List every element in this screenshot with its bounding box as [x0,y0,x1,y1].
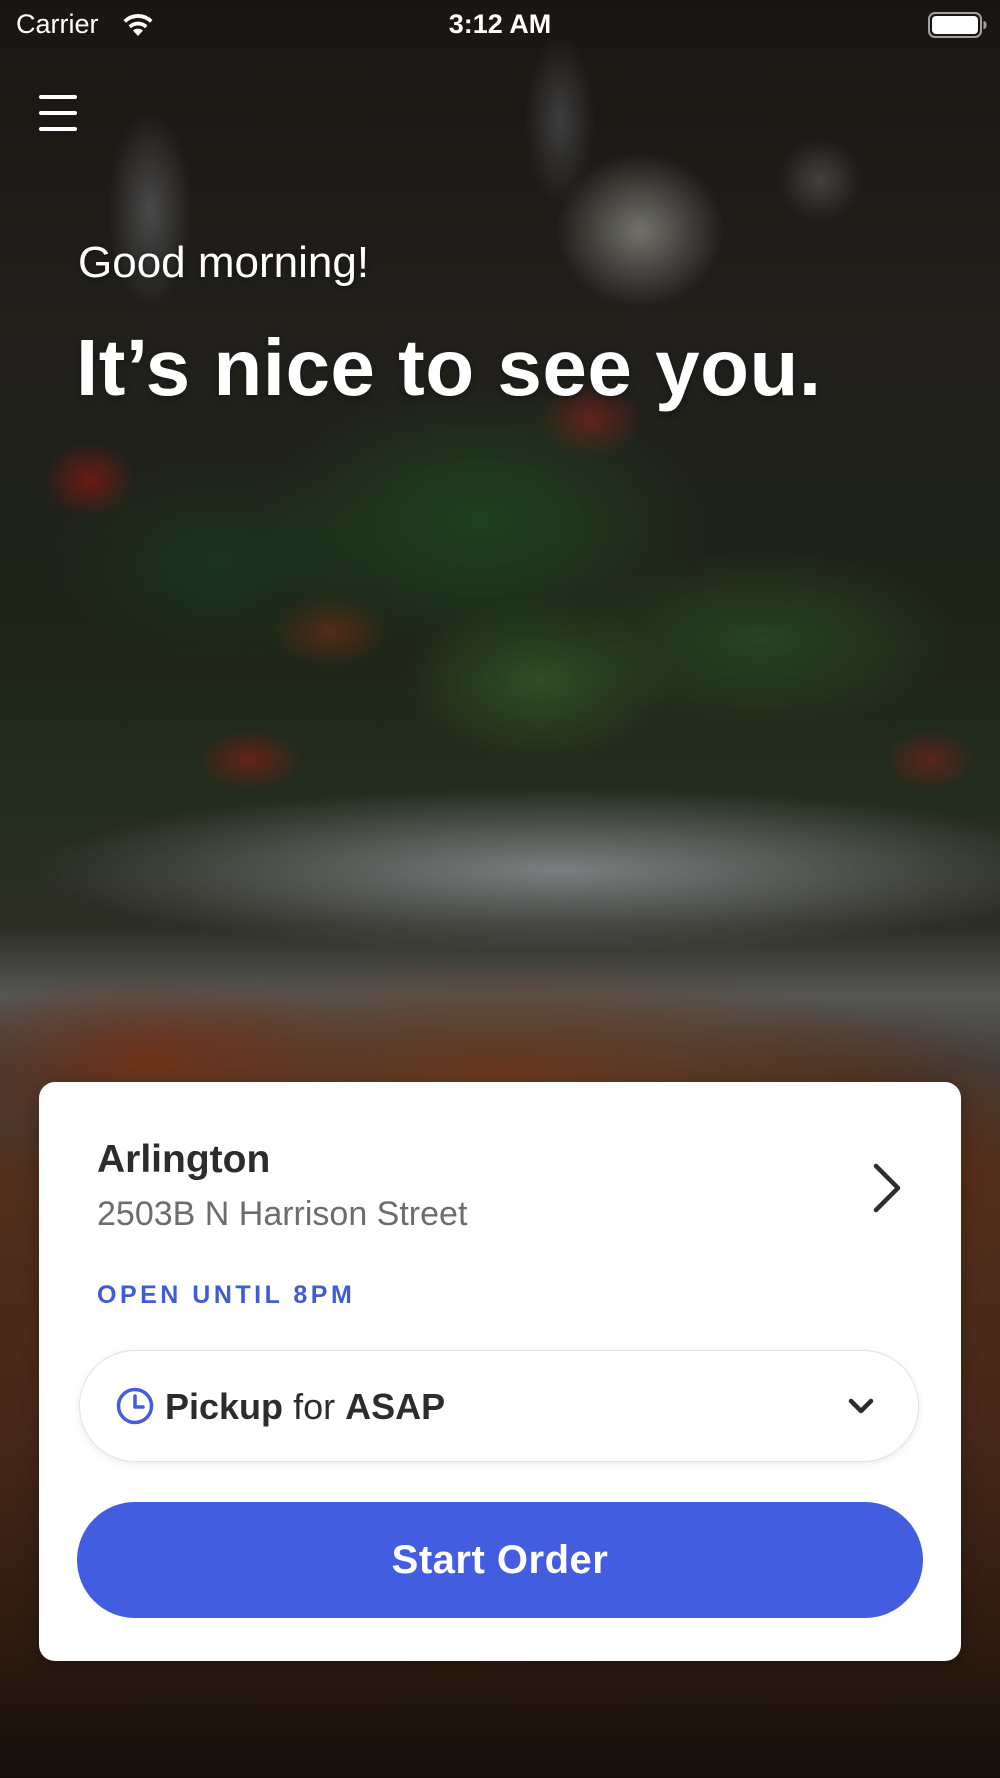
order-connector: for [293,1386,336,1427]
status-bar: Carrier 3:12 AM [0,0,1000,50]
order-mode-text: Pickup for ASAP [165,1386,445,1428]
location-address: 2503B N Harrison Street [97,1195,468,1233]
order-mode-dropdown[interactable]: Pickup for ASAP [79,1350,919,1462]
chevron-right-icon [873,1163,901,1213]
start-order-button[interactable]: Start Order [77,1502,923,1618]
greeting-text: Good morning! [78,238,370,287]
menu-line [39,111,77,115]
headline-text: It’s nice to see you. [76,323,822,412]
menu-line [39,95,77,99]
location-selector[interactable]: Arlington 2503B N Harrison Street OPEN U… [39,1082,961,1332]
hours-status: OPEN UNTIL 8PM [97,1281,356,1309]
status-time: 3:12 AM [448,9,552,39]
chevron-down-icon [848,1398,874,1414]
menu-line [39,127,77,131]
clock-icon [116,1387,154,1425]
hamburger-menu-icon[interactable] [28,84,88,144]
battery-icon [928,12,987,38]
order-card: Arlington 2503B N Harrison Street OPEN U… [39,1082,961,1661]
order-type: Pickup [165,1386,284,1427]
location-name: Arlington [97,1138,271,1181]
order-time: ASAP [345,1386,446,1427]
